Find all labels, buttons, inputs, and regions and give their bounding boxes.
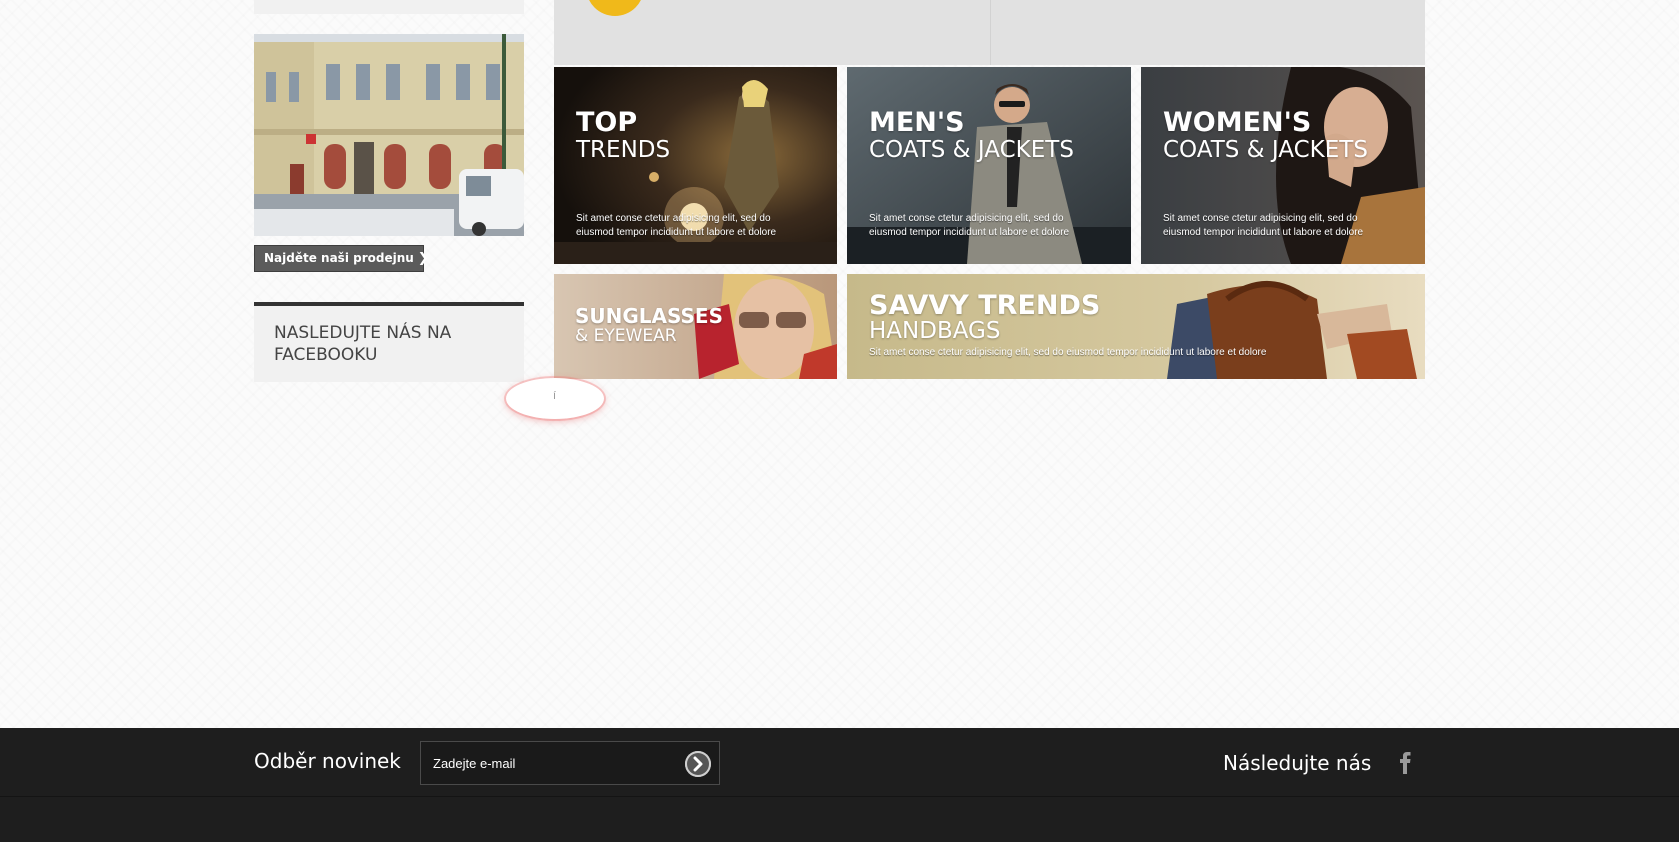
tile-description: Sit amet conse ctetur adipisicing elit, … xyxy=(1163,213,1364,238)
find-store-button[interactable]: Najděte naši prodejnu ❯ xyxy=(254,245,429,272)
tile-subtitle: TRENDS xyxy=(576,137,671,163)
page-background xyxy=(0,0,1679,728)
chevron-right-icon: ❯ xyxy=(417,251,429,266)
newsletter-form xyxy=(420,741,720,785)
tile-description: Sit amet conse ctetur adipisicing elit, … xyxy=(869,347,1267,358)
follow-us-label: Následujte nás xyxy=(1223,751,1372,775)
store-photo xyxy=(254,34,524,236)
footer-divider xyxy=(0,796,1679,797)
newsletter-label: Odběr novinek xyxy=(254,749,401,773)
tile-description: Sit amet conse ctetur adipisicing elit, … xyxy=(869,213,1070,238)
tile-subtitle: COATS & JACKETS xyxy=(1163,137,1368,163)
tile-description: Sit amet conse ctetur adipisicing elit, … xyxy=(576,213,777,238)
tile-subtitle: HANDBAGS xyxy=(869,318,1001,344)
tile-subtitle: COATS & JACKETS xyxy=(869,137,1074,163)
yellow-badge xyxy=(586,0,644,16)
tile-subtitle: & EYEWEAR xyxy=(575,326,677,346)
newsletter-submit-button[interactable] xyxy=(685,751,711,777)
tile-title: TOP xyxy=(576,107,638,138)
promo-tile-womens-coats[interactable]: WOMEN'S COATS & JACKETS Sit amet conse c… xyxy=(1141,67,1425,264)
floating-bubble[interactable]: í xyxy=(506,378,604,419)
find-store-label: Najděte naši prodejnu xyxy=(264,251,414,265)
banner-divider xyxy=(990,0,991,65)
tile-title: WOMEN'S xyxy=(1163,107,1312,138)
facebook-follow-title: NASLEDUJTE NÁS NA FACEBOOKU xyxy=(274,323,452,365)
arrow-right-circle-icon xyxy=(685,751,711,777)
sidebar-top-box xyxy=(254,0,524,14)
facebook-icon[interactable] xyxy=(1394,748,1414,776)
promo-tile-top-trends[interactable]: TOP TRENDS Sit amet conse ctetur adipisi… xyxy=(554,67,837,264)
footer: Odběr novinek Následujte nás xyxy=(0,728,1679,842)
promo-tile-mens-coats[interactable]: MEN'S COATS & JACKETS Sit amet conse cte… xyxy=(847,67,1131,264)
tile-title: SUNGLASSES xyxy=(575,304,723,328)
top-banner xyxy=(554,0,1425,65)
promo-tile-handbags[interactable]: SAVVY TRENDS HANDBAGS Sit amet conse cte… xyxy=(847,274,1425,379)
email-input[interactable] xyxy=(421,742,671,784)
promo-tile-sunglasses[interactable]: SUNGLASSES & EYEWEAR xyxy=(554,274,837,379)
bubble-text: í xyxy=(553,390,557,402)
tile-title: MEN'S xyxy=(869,107,965,138)
facebook-follow-box: NASLEDUJTE NÁS NA FACEBOOKU xyxy=(254,302,524,382)
